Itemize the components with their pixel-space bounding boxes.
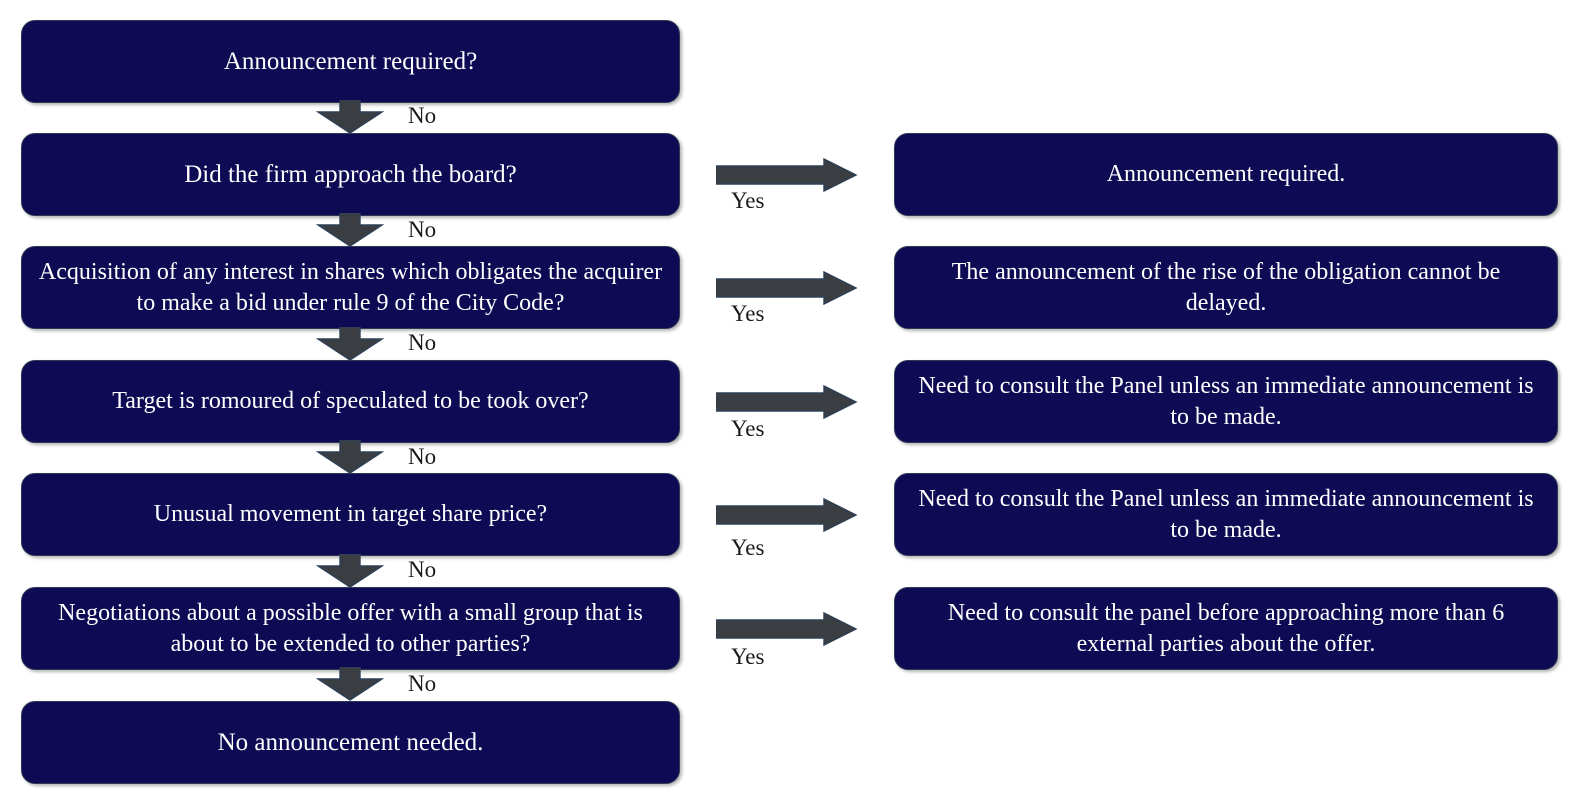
decision-node-unusual-share-movement[interactable]: Unusual movement in target share price? xyxy=(21,473,680,556)
arrow-down-no-4 xyxy=(314,440,386,474)
edge-label-yes-5: Yes xyxy=(731,644,765,669)
outcome-node-label: Need to consult the panel before approac… xyxy=(947,599,1505,657)
decision-node-label: Did the firm approach the board? xyxy=(184,160,517,188)
decision-node-label: Negotiations about a possible offer with… xyxy=(58,599,643,657)
decision-node-negotiations-small-group[interactable]: Negotiations about a possible offer with… xyxy=(21,587,680,670)
terminal-node-no-announcement-needed[interactable]: No announcement needed. xyxy=(21,701,680,784)
edge-label-no-5: No xyxy=(408,557,437,582)
edge-label-yes-1: Yes xyxy=(731,188,765,213)
outcome-node-cannot-be-delayed[interactable]: The announcement of the rise of the obli… xyxy=(894,246,1558,329)
arrow-right-yes-5 xyxy=(716,612,858,646)
arrow-right-yes-4 xyxy=(716,498,858,532)
decision-node-label: Target is romoured of speculated to be t… xyxy=(112,388,589,415)
decision-node-target-rumoured[interactable]: Target is romoured of speculated to be t… xyxy=(21,360,680,443)
edge-label-yes-3: Yes xyxy=(731,416,765,441)
arrow-right-yes-2 xyxy=(716,271,858,305)
decision-node-label: Announcement required? xyxy=(223,47,478,75)
edge-label-yes-2: Yes xyxy=(731,301,765,326)
arrow-down-no-5 xyxy=(314,554,386,588)
outcome-node-consult-panel-share-price[interactable]: Need to consult the Panel unless an imme… xyxy=(894,473,1558,556)
arrow-down-no-3 xyxy=(314,327,386,361)
decision-node-firm-approach-board[interactable]: Did the firm approach the board? xyxy=(21,133,680,216)
outcome-node-label: Need to consult the Panel unless an imme… xyxy=(918,485,1534,543)
outcome-node-label: Announcement required. xyxy=(1106,161,1346,188)
arrow-down-no-1 xyxy=(314,100,386,134)
flowchart-canvas: Announcement required? Did the firm appr… xyxy=(0,0,1576,802)
arrow-right-yes-1 xyxy=(716,158,858,192)
outcome-node-announcement-required[interactable]: Announcement required. xyxy=(894,133,1558,216)
arrow-down-no-2 xyxy=(314,213,386,247)
edge-label-no-4: No xyxy=(408,444,437,469)
edge-label-no-6: No xyxy=(408,671,437,696)
outcome-node-label: The announcement of the rise of the obli… xyxy=(951,258,1501,316)
arrow-right-yes-3 xyxy=(716,385,858,419)
decision-node-announcement-required[interactable]: Announcement required? xyxy=(21,20,680,103)
edge-label-no-1: No xyxy=(408,103,437,128)
arrow-down-no-6 xyxy=(314,667,386,701)
decision-node-label: Acquisition of any interest in shares wh… xyxy=(38,258,663,316)
outcome-node-consult-panel-rumour[interactable]: Need to consult the Panel unless an imme… xyxy=(894,360,1558,443)
edge-label-no-3: No xyxy=(408,330,437,355)
edge-label-no-2: No xyxy=(408,217,437,242)
decision-node-label: Unusual movement in target share price? xyxy=(153,501,548,528)
outcome-node-consult-panel-six-parties[interactable]: Need to consult the panel before approac… xyxy=(894,587,1558,670)
decision-node-rule9-acquisition[interactable]: Acquisition of any interest in shares wh… xyxy=(21,246,680,329)
terminal-node-label: No announcement needed. xyxy=(217,728,484,756)
edge-label-yes-4: Yes xyxy=(731,535,765,560)
outcome-node-label: Need to consult the Panel unless an imme… xyxy=(918,372,1534,430)
